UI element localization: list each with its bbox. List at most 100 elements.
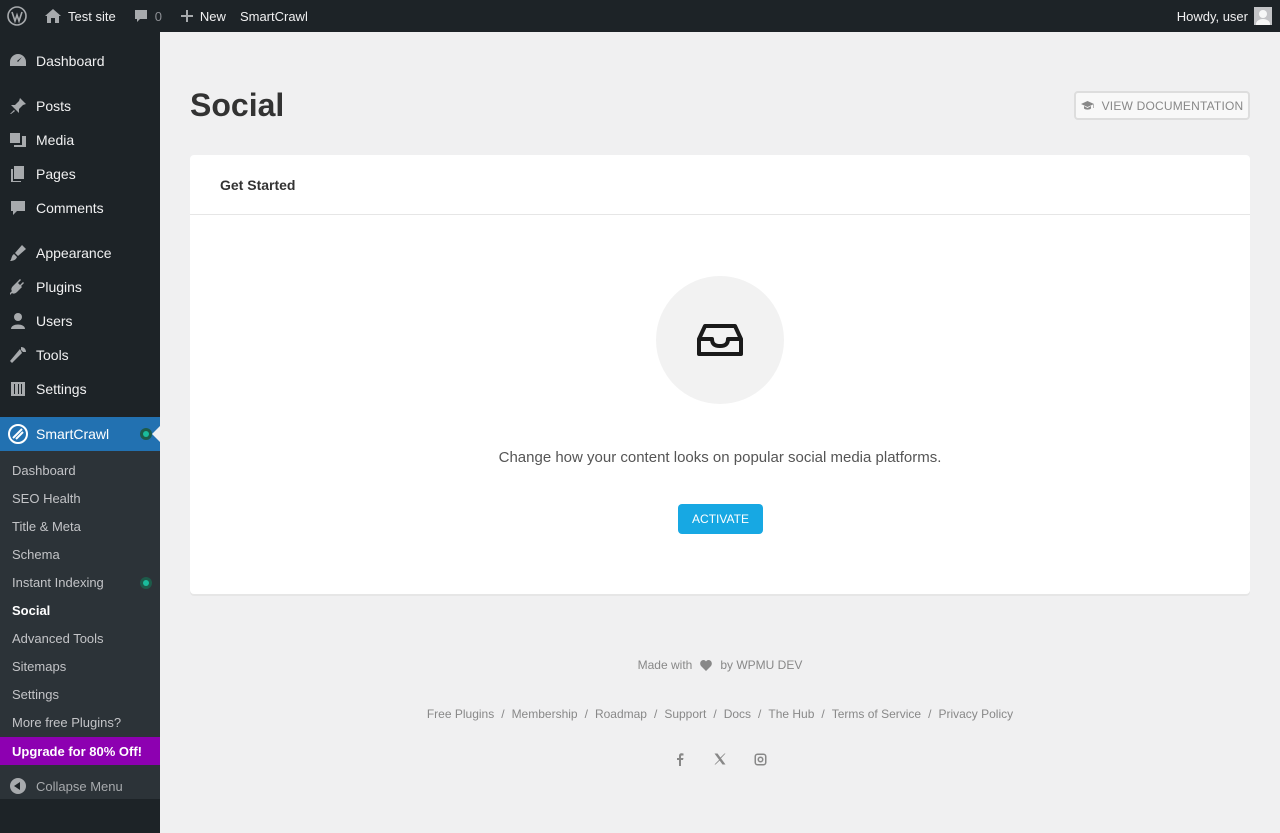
- submenu-item-social[interactable]: Social: [0, 596, 160, 624]
- submenu-item-more-plugins[interactable]: More free Plugins?: [0, 708, 160, 736]
- card-header: Get Started: [190, 155, 1250, 215]
- smartcrawl-bar-label: SmartCrawl: [239, 8, 308, 24]
- footer-links: Free Plugins / Membership / Roadmap / Suppo…: [160, 707, 1280, 721]
- view-documentation-button[interactable]: VIEW DOCUMENTATION: [1074, 91, 1250, 120]
- comment-icon: [134, 10, 147, 22]
- menu-label: Users: [36, 313, 73, 329]
- menu-label: Dashboard: [36, 53, 105, 69]
- menu-label: Appearance: [36, 245, 112, 261]
- facebook-link[interactable]: [673, 752, 687, 766]
- wrench-icon: [10, 347, 26, 363]
- footer-link-terms[interactable]: Terms of Service: [832, 707, 921, 721]
- submenu-item-advanced-tools[interactable]: Advanced Tools: [0, 624, 160, 652]
- footer-link-docs[interactable]: Docs: [724, 707, 751, 721]
- howdy-text: Howdy, user: [1176, 8, 1248, 24]
- current-arrow: [152, 426, 160, 442]
- inbox-icon: [697, 324, 743, 356]
- menu-item-dashboard[interactable]: Dashboard: [0, 44, 160, 78]
- new-content-link[interactable]: New: [169, 0, 233, 32]
- page-title: Social: [190, 87, 285, 123]
- collapse-icon: [10, 778, 26, 794]
- submenu-item-instant-indexing[interactable]: Instant Indexing: [0, 568, 160, 596]
- submenu-item-upgrade[interactable]: Upgrade for 80% Off!: [0, 737, 160, 765]
- footer-link-membership[interactable]: Membership: [512, 707, 578, 721]
- pin-icon: [10, 98, 26, 114]
- made-with-text: Made with: [637, 658, 693, 672]
- avatar: [1254, 7, 1272, 25]
- menu-label: Comments: [36, 200, 104, 216]
- footer-link-privacy[interactable]: Privacy Policy: [938, 707, 1013, 721]
- empty-state-illustration: [656, 276, 784, 404]
- smartcrawl-icon: [8, 424, 28, 444]
- footer-link-the-hub[interactable]: The Hub: [768, 707, 814, 721]
- wordpress-icon: [7, 6, 27, 26]
- comment-icon: [11, 201, 25, 215]
- activate-button[interactable]: ACTIVATE: [678, 504, 763, 534]
- user-icon: [11, 313, 25, 329]
- collapse-label: Collapse Menu: [36, 778, 123, 794]
- menu-item-users[interactable]: Users: [0, 304, 160, 338]
- comments-count: 0: [154, 8, 162, 24]
- media-icon: [10, 133, 26, 147]
- heart-icon: [700, 659, 713, 671]
- footer-link-free-plugins[interactable]: Free Plugins: [427, 707, 494, 721]
- main-content: Social VIEW DOCUMENTATION Get Started Ch…: [160, 32, 1280, 833]
- separator: /: [713, 707, 717, 721]
- admin-sidebar: Dashboard Posts Media Pages Comments App…: [0, 32, 160, 833]
- menu-item-plugins[interactable]: Plugins: [0, 270, 160, 304]
- menu-item-posts[interactable]: Posts: [0, 89, 160, 123]
- smartcrawl-submenu: Dashboard SEO Health Title & Meta Schema…: [0, 451, 160, 799]
- plus-icon: [180, 10, 193, 22]
- menu-item-pages[interactable]: Pages: [0, 157, 160, 191]
- status-dot: [140, 428, 152, 440]
- collapse-menu-button[interactable]: Collapse Menu: [0, 771, 160, 801]
- submenu-item-schema[interactable]: Schema: [0, 540, 160, 568]
- separator: /: [928, 707, 932, 721]
- submenu-item-title-meta[interactable]: Title & Meta: [0, 512, 160, 540]
- status-dot: [140, 577, 152, 589]
- submenu-label: Instant Indexing: [12, 574, 104, 590]
- facebook-icon: [677, 752, 684, 766]
- separator: /: [821, 707, 825, 721]
- footer-social: [160, 752, 1280, 766]
- dashboard-icon: [10, 54, 26, 66]
- submenu-item-seo-health[interactable]: SEO Health: [0, 484, 160, 512]
- smartcrawl-bar-link[interactable]: SmartCrawl: [233, 0, 315, 32]
- menu-label: Settings: [36, 381, 87, 397]
- footer-link-roadmap[interactable]: Roadmap: [595, 707, 647, 721]
- instagram-icon: [754, 753, 766, 765]
- get-started-card: Get Started Change how your content look…: [190, 155, 1250, 594]
- card-title: Get Started: [220, 176, 296, 193]
- doc-button-label: VIEW DOCUMENTATION: [1101, 98, 1244, 113]
- brush-icon: [10, 245, 26, 261]
- separator: /: [501, 707, 505, 721]
- x-link[interactable]: [713, 752, 727, 766]
- separator: /: [758, 707, 762, 721]
- menu-label: Tools: [36, 347, 69, 363]
- pages-icon: [11, 166, 24, 182]
- menu-label: Pages: [36, 166, 76, 182]
- by-wpmudev-text: by WPMU DEV: [720, 658, 803, 672]
- submenu-item-sitemaps[interactable]: Sitemaps: [0, 652, 160, 680]
- new-label: New: [199, 8, 226, 24]
- submenu-item-settings[interactable]: Settings: [0, 680, 160, 708]
- menu-item-smartcrawl[interactable]: SmartCrawl: [0, 417, 160, 451]
- my-account[interactable]: Howdy, user: [1177, 7, 1280, 25]
- comments-link[interactable]: 0: [123, 0, 169, 32]
- site-name: Test site: [68, 8, 116, 24]
- submenu-item-dashboard[interactable]: Dashboard: [0, 456, 160, 484]
- site-name-link[interactable]: Test site: [37, 0, 123, 32]
- menu-item-settings[interactable]: Settings: [0, 372, 160, 406]
- footer-link-support[interactable]: Support: [664, 707, 706, 721]
- wordpress-logo-link[interactable]: [0, 0, 37, 32]
- menu-label: Media: [36, 132, 75, 148]
- menu-item-tools[interactable]: Tools: [0, 338, 160, 372]
- plug-icon: [10, 279, 24, 295]
- menu-item-appearance[interactable]: Appearance: [0, 236, 160, 270]
- menu-item-media[interactable]: Media: [0, 123, 160, 157]
- menu-label: Posts: [36, 98, 72, 114]
- instagram-link[interactable]: [753, 752, 767, 766]
- x-icon: [714, 753, 726, 765]
- footer-credit: Made with by WPMU DEV: [160, 658, 1280, 672]
- menu-item-comments[interactable]: Comments: [0, 191, 160, 225]
